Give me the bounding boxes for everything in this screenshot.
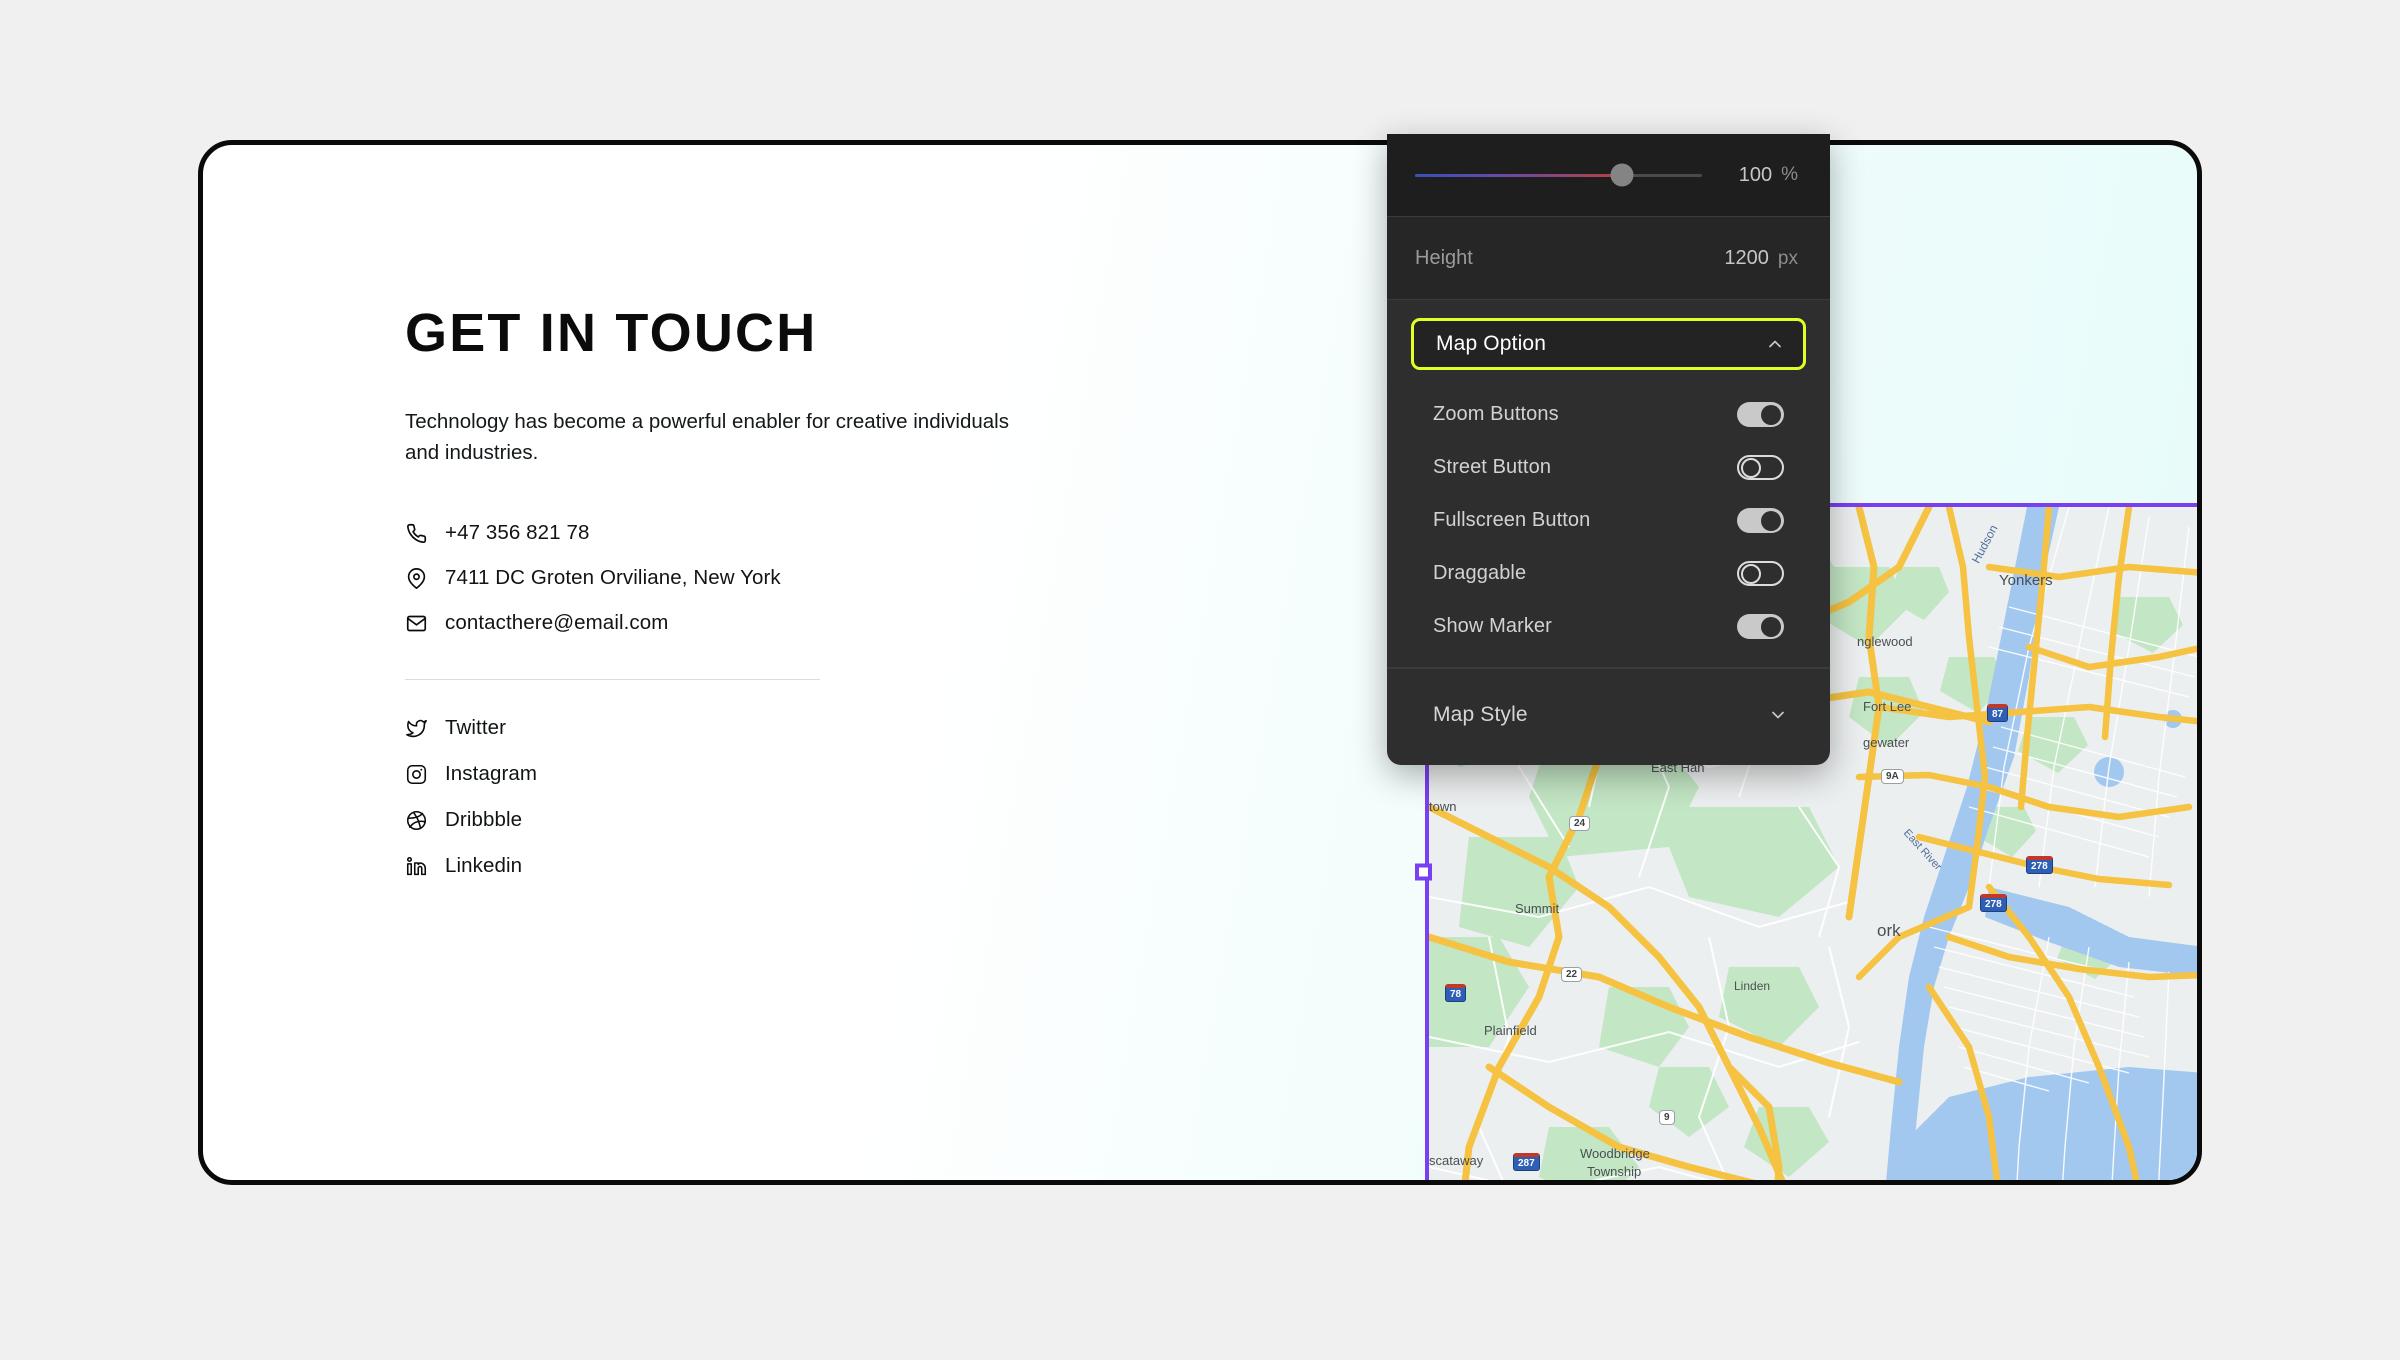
- route-shield: 87: [1987, 704, 2009, 722]
- contact-address[interactable]: 7411 DC Groten Orviliane, New York: [405, 566, 1065, 590]
- social-link-linkedin[interactable]: Linkedin: [405, 854, 1065, 878]
- contact-email[interactable]: contacthere@email.com: [405, 611, 1065, 635]
- toggle-label: Street Button: [1433, 456, 1552, 478]
- location-icon: [405, 567, 428, 590]
- map-option-label: Map Option: [1436, 332, 1547, 355]
- social-link-instagram-label: Instagram: [445, 762, 538, 786]
- map-option-section: Map Option Zoom Buttons Street Button Fu…: [1387, 300, 1830, 668]
- opacity-row: 100 %: [1387, 134, 1830, 216]
- page-title: GET IN TOUCH: [405, 303, 818, 363]
- toggle-label: Fullscreen Button: [1433, 509, 1591, 531]
- route-shield: 9: [1659, 1110, 1675, 1125]
- social-link-dribbble[interactable]: Dribbble: [405, 808, 1065, 832]
- map-settings-panel: 100 % Height 1200 px Map Option Zoom But…: [1387, 134, 1830, 765]
- chevron-up-icon[interactable]: [1765, 334, 1785, 354]
- toggle-label: Draggable: [1433, 562, 1527, 584]
- toggle-row-draggable[interactable]: Draggable: [1387, 547, 1830, 600]
- contact-details-list: +47 356 821 78 7411 DC Groten Orviliane,…: [405, 521, 1065, 635]
- opacity-section: 100 %: [1387, 134, 1830, 217]
- email-icon: [405, 612, 428, 635]
- opacity-slider[interactable]: [1415, 163, 1703, 187]
- opacity-slider-fill: [1415, 173, 1622, 177]
- toggle-fullscreen-button[interactable]: [1737, 508, 1784, 533]
- route-shield: 78: [1445, 984, 1467, 1002]
- toggle-row-show-marker[interactable]: Show Marker: [1387, 600, 1830, 653]
- height-value[interactable]: 1200: [1724, 247, 1769, 270]
- route-shield: 22: [1561, 967, 1583, 982]
- page-subtitle: Technology has become a powerful enabler…: [405, 409, 1009, 465]
- toggle-label: Zoom Buttons: [1433, 403, 1559, 425]
- design-canvas-frame: GET IN TOUCH Technology has become a pow…: [198, 140, 2202, 1185]
- contact-address-value: 7411 DC Groten Orviliane, New York: [445, 566, 781, 590]
- social-link-instagram[interactable]: Instagram: [405, 762, 1065, 786]
- contact-email-value: contacthere@email.com: [445, 611, 669, 635]
- toggle-row-fullscreen-button[interactable]: Fullscreen Button: [1387, 494, 1830, 547]
- opacity-unit: %: [1781, 164, 1798, 185]
- route-shield: 278: [1980, 894, 2007, 912]
- toggle-label: Show Marker: [1433, 615, 1552, 637]
- toggle-row-zoom-buttons[interactable]: Zoom Buttons: [1387, 388, 1830, 441]
- opacity-value: 100: [1738, 163, 1773, 186]
- route-shield: 287: [1513, 1153, 1540, 1171]
- toggle-draggable[interactable]: [1737, 561, 1784, 586]
- dribbble-icon: [405, 809, 427, 831]
- twitter-icon: [405, 717, 427, 739]
- map-option-accordion-header[interactable]: Map Option: [1411, 318, 1806, 370]
- resize-handle-left[interactable]: [1415, 863, 1432, 881]
- toggle-zoom-buttons[interactable]: [1737, 402, 1784, 427]
- toggle-show-marker[interactable]: [1737, 614, 1784, 639]
- height-unit: px: [1777, 247, 1798, 269]
- social-links-list: Twitter Instagram Dribbble Linkedin: [405, 716, 1065, 878]
- map-style-label: Map Style: [1433, 703, 1528, 726]
- social-link-twitter[interactable]: Twitter: [405, 716, 1065, 740]
- height-label: Height: [1415, 246, 1473, 269]
- opacity-slider-thumb[interactable]: [1610, 163, 1634, 187]
- linkedin-icon: [405, 855, 427, 877]
- map-option-toggle-list: Zoom Buttons Street Button Fullscreen Bu…: [1387, 370, 1830, 659]
- instagram-icon: [405, 763, 427, 785]
- social-link-twitter-label: Twitter: [445, 716, 507, 740]
- social-link-linkedin-label: Linkedin: [445, 854, 523, 878]
- route-shield: 9A: [1881, 769, 1904, 784]
- toggle-street-button[interactable]: [1737, 455, 1784, 480]
- contact-phone[interactable]: +47 356 821 78: [405, 521, 1065, 545]
- height-row[interactable]: Height 1200 px: [1387, 217, 1830, 299]
- map-style-accordion-header[interactable]: Map Style: [1411, 689, 1806, 741]
- map-style-section: Map Style: [1387, 668, 1830, 765]
- toggle-row-street-button[interactable]: Street Button: [1387, 441, 1830, 494]
- contact-section: GET IN TOUCH Technology has become a pow…: [405, 305, 1065, 878]
- social-link-dribbble-label: Dribbble: [445, 808, 523, 832]
- chevron-down-icon[interactable]: [1768, 705, 1788, 725]
- phone-icon: [405, 522, 428, 545]
- route-shield: 24: [1569, 816, 1591, 831]
- section-divider: [405, 679, 820, 681]
- height-section: Height 1200 px: [1387, 217, 1830, 300]
- route-shield: 278: [2026, 856, 2053, 874]
- contact-phone-value: +47 356 821 78: [445, 521, 590, 545]
